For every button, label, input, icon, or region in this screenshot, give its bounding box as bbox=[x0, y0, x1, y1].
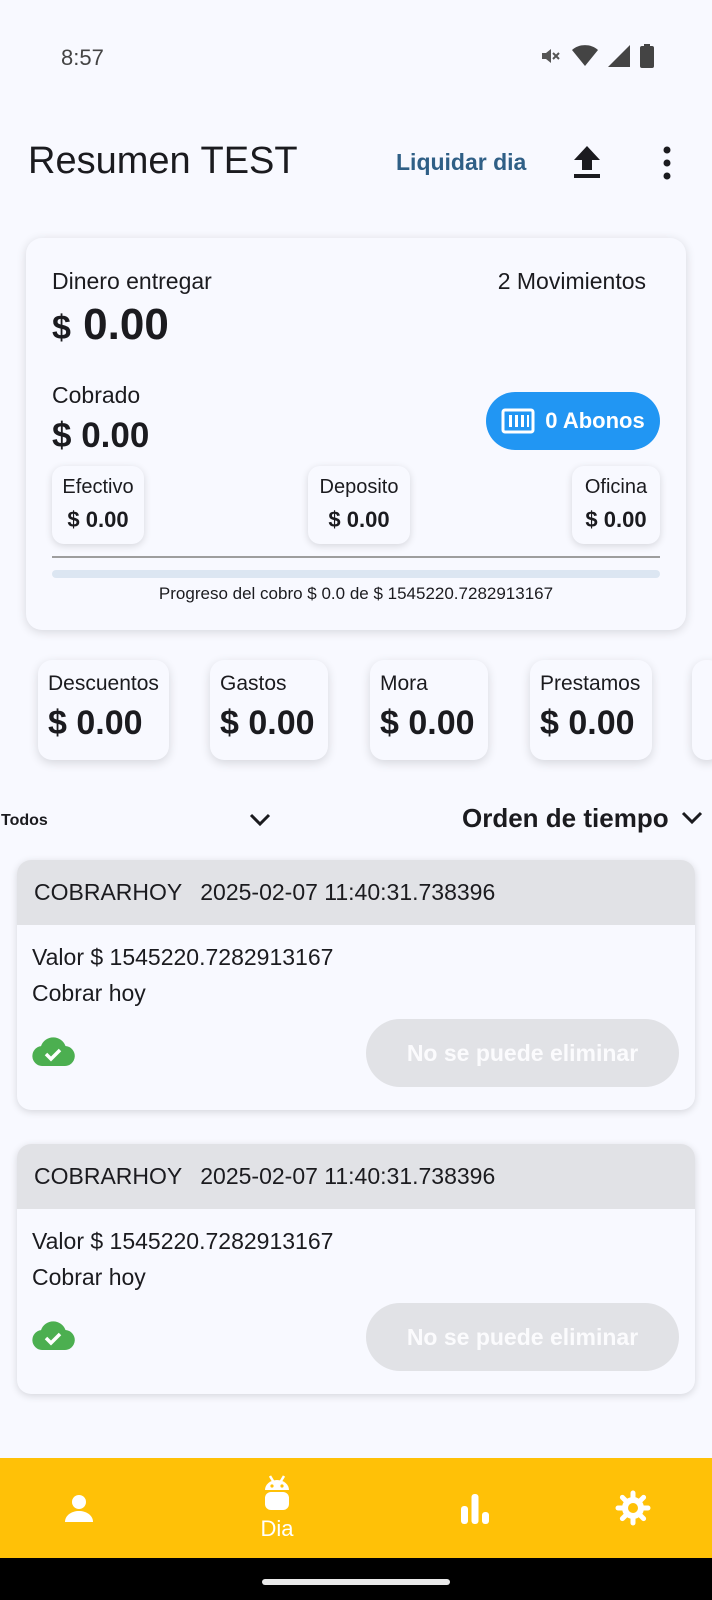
stat-value: $ 0.00 bbox=[380, 704, 475, 742]
progress-bar bbox=[52, 570, 660, 578]
stat-prestamos[interactable]: Prestamos $ 0.00 bbox=[530, 660, 652, 760]
efectivo-label: Efectivo bbox=[62, 476, 134, 498]
oficina-label: Oficina bbox=[584, 476, 648, 498]
android-icon bbox=[265, 1475, 289, 1510]
chevron-down-icon[interactable] bbox=[680, 810, 704, 826]
stat-label: Gastos bbox=[220, 672, 287, 695]
movement-type: COBRARHOY bbox=[34, 879, 183, 905]
stat-mora[interactable]: Mora $ 0.00 bbox=[370, 660, 488, 760]
movement-description: Cobrar hoy bbox=[32, 980, 146, 1006]
nav-profile[interactable] bbox=[34, 1458, 124, 1558]
liquidar-dia-button[interactable]: Liquidar dia bbox=[396, 149, 526, 176]
nav-statistics[interactable] bbox=[430, 1458, 520, 1558]
movement-timestamp: 2025-02-07 11:40:31.738396 bbox=[200, 879, 496, 905]
movement-header: COBRARHOY 2025-02-07 11:40:31.738396 bbox=[17, 1144, 695, 1209]
currency-symbol: $ bbox=[52, 309, 71, 347]
movement-timestamp: 2025-02-07 11:40:31.738396 bbox=[200, 1163, 496, 1189]
stat-value: $ 0.00 bbox=[220, 704, 315, 742]
stat-value: $ 0.00 bbox=[48, 704, 143, 742]
cloud-done-icon bbox=[32, 1321, 75, 1351]
efectivo-box: Efectivo $ 0.00 bbox=[52, 466, 144, 544]
cobrado-label: Cobrado bbox=[52, 382, 141, 408]
battery-icon bbox=[640, 44, 654, 68]
bottom-nav: Dia bbox=[0, 1458, 712, 1558]
oficina-value: $ 0.00 bbox=[585, 507, 647, 532]
wifi-icon bbox=[572, 45, 598, 66]
movement-header: COBRARHOY 2025-02-07 11:40:31.738396 bbox=[17, 860, 695, 925]
cloud-done-icon bbox=[32, 1037, 75, 1067]
delete-button[interactable]: No se puede eliminar bbox=[366, 1019, 679, 1087]
nav-settings[interactable] bbox=[588, 1458, 678, 1558]
stat-value: $ 0.00 bbox=[540, 704, 635, 742]
deposito-box: Deposito $ 0.00 bbox=[308, 466, 410, 544]
stat-descuentos[interactable]: Descuentos $ 0.00 bbox=[38, 660, 169, 760]
home-gesture-handle[interactable] bbox=[262, 1579, 450, 1585]
signal-icon bbox=[608, 45, 630, 67]
summary-card: Dinero entregar 2 Movimientos $ 0.00 Cob… bbox=[26, 238, 686, 630]
gear-icon bbox=[615, 1490, 651, 1526]
receipt-icon bbox=[501, 408, 535, 434]
abonos-button[interactable]: 0 Abonos bbox=[486, 392, 660, 450]
movement-valor: Valor $ 1545220.7282913167 bbox=[32, 944, 334, 970]
stat-label: Mora bbox=[380, 672, 428, 695]
upload-icon bbox=[574, 146, 600, 178]
progress-text: Progreso del cobro $ 0.0 de $ 1545220.72… bbox=[158, 584, 554, 603]
nav-dia[interactable]: Dia bbox=[232, 1458, 322, 1558]
divider bbox=[52, 556, 660, 558]
movement-card: COBRARHOY 2025-02-07 11:40:31.738396 Val… bbox=[17, 1144, 695, 1394]
type-filter-dropdown[interactable]: Todos bbox=[1, 812, 48, 830]
dinero-entregar-amount: $ 0.00 bbox=[52, 300, 169, 350]
movement-type: COBRARHOY bbox=[34, 1163, 183, 1189]
upload-button[interactable] bbox=[570, 144, 604, 180]
movement-description: Cobrar hoy bbox=[32, 1264, 146, 1290]
chevron-down-icon[interactable] bbox=[248, 812, 272, 828]
more-options-button[interactable] bbox=[657, 144, 677, 182]
movement-valor: Valor $ 1545220.7282913167 bbox=[32, 1228, 334, 1254]
movimientos-count: 2 Movimientos bbox=[497, 268, 646, 294]
abonos-label: 0 Abonos bbox=[545, 408, 645, 433]
deposito-label: Deposito bbox=[319, 476, 399, 498]
system-gesture-bar bbox=[0, 1558, 712, 1600]
more-vert-icon bbox=[663, 146, 671, 180]
stat-label: Prestamos bbox=[540, 672, 641, 695]
nav-dia-label: Dia bbox=[260, 1516, 294, 1541]
dinero-value: 0.00 bbox=[83, 300, 169, 349]
order-filter-dropdown[interactable]: Orden de tiempo bbox=[462, 803, 669, 834]
dinero-entregar-label: Dinero entregar bbox=[52, 268, 212, 294]
status-icons bbox=[538, 44, 654, 68]
delete-button[interactable]: No se puede eliminar bbox=[366, 1303, 679, 1371]
status-time: 8:57 bbox=[61, 45, 104, 70]
person-icon bbox=[65, 1495, 93, 1522]
stat-next-partial[interactable] bbox=[692, 660, 712, 760]
mute-icon bbox=[542, 49, 560, 63]
page-title: Resumen TEST bbox=[28, 140, 298, 182]
oficina-box: Oficina $ 0.00 bbox=[572, 466, 660, 544]
stat-gastos[interactable]: Gastos $ 0.00 bbox=[210, 660, 328, 760]
status-bar: 8:57 bbox=[0, 0, 712, 110]
efectivo-value: $ 0.00 bbox=[67, 507, 129, 532]
stat-label: Descuentos bbox=[48, 672, 159, 695]
deposito-value: $ 0.00 bbox=[328, 507, 390, 532]
movement-card: COBRARHOY 2025-02-07 11:40:31.738396 Val… bbox=[17, 860, 695, 1110]
bar-chart-icon bbox=[461, 1494, 489, 1524]
cobrado-amount: $ 0.00 bbox=[52, 416, 150, 455]
